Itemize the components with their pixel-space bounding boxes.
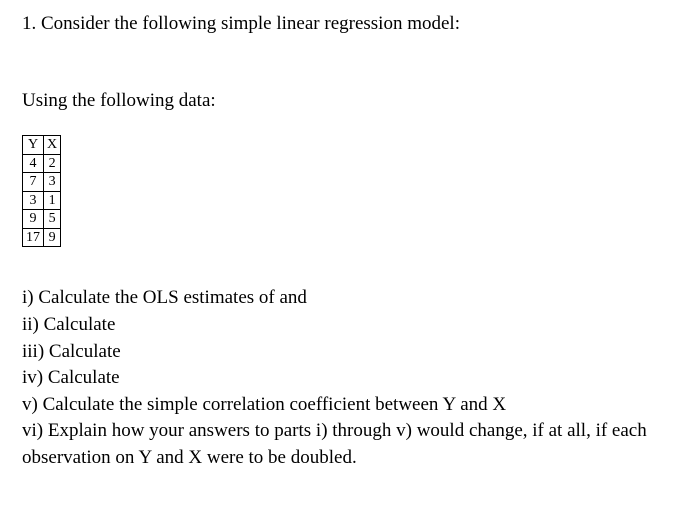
table-cell: 2 xyxy=(44,154,61,173)
question-item-iv: iv) Calculate xyxy=(22,365,678,392)
table-header-x: X xyxy=(44,136,61,155)
table-row: 3 1 xyxy=(23,191,61,210)
table-cell: 5 xyxy=(44,210,61,229)
table-cell: 7 xyxy=(23,173,44,192)
table-header-row: Y X xyxy=(23,136,61,155)
table-cell: 3 xyxy=(23,191,44,210)
table-row: 4 2 xyxy=(23,154,61,173)
question-item-v: v) Calculate the simple correlation coef… xyxy=(22,392,678,419)
question-item-i: i) Calculate the OLS estimates of and xyxy=(22,285,678,312)
question-title: 1. Consider the following simple linear … xyxy=(22,12,678,37)
table-cell: 1 xyxy=(44,191,61,210)
question-item-iii: iii) Calculate xyxy=(22,339,678,366)
table-row: 17 9 xyxy=(23,228,61,247)
table-cell: 9 xyxy=(23,210,44,229)
data-table: Y X 4 2 7 3 3 1 9 5 17 9 xyxy=(22,135,61,247)
table-cell: 17 xyxy=(23,228,44,247)
table-cell: 3 xyxy=(44,173,61,192)
table-cell: 4 xyxy=(23,154,44,173)
table-row: 7 3 xyxy=(23,173,61,192)
table-row: 9 5 xyxy=(23,210,61,229)
question-item-ii: ii) Calculate xyxy=(22,312,678,339)
table-header-y: Y xyxy=(23,136,44,155)
data-intro-text: Using the following data: xyxy=(22,89,678,114)
table-cell: 9 xyxy=(44,228,61,247)
questions-list: i) Calculate the OLS estimates of and ii… xyxy=(22,285,678,471)
question-item-vi: vi) Explain how your answers to parts i)… xyxy=(22,418,678,471)
